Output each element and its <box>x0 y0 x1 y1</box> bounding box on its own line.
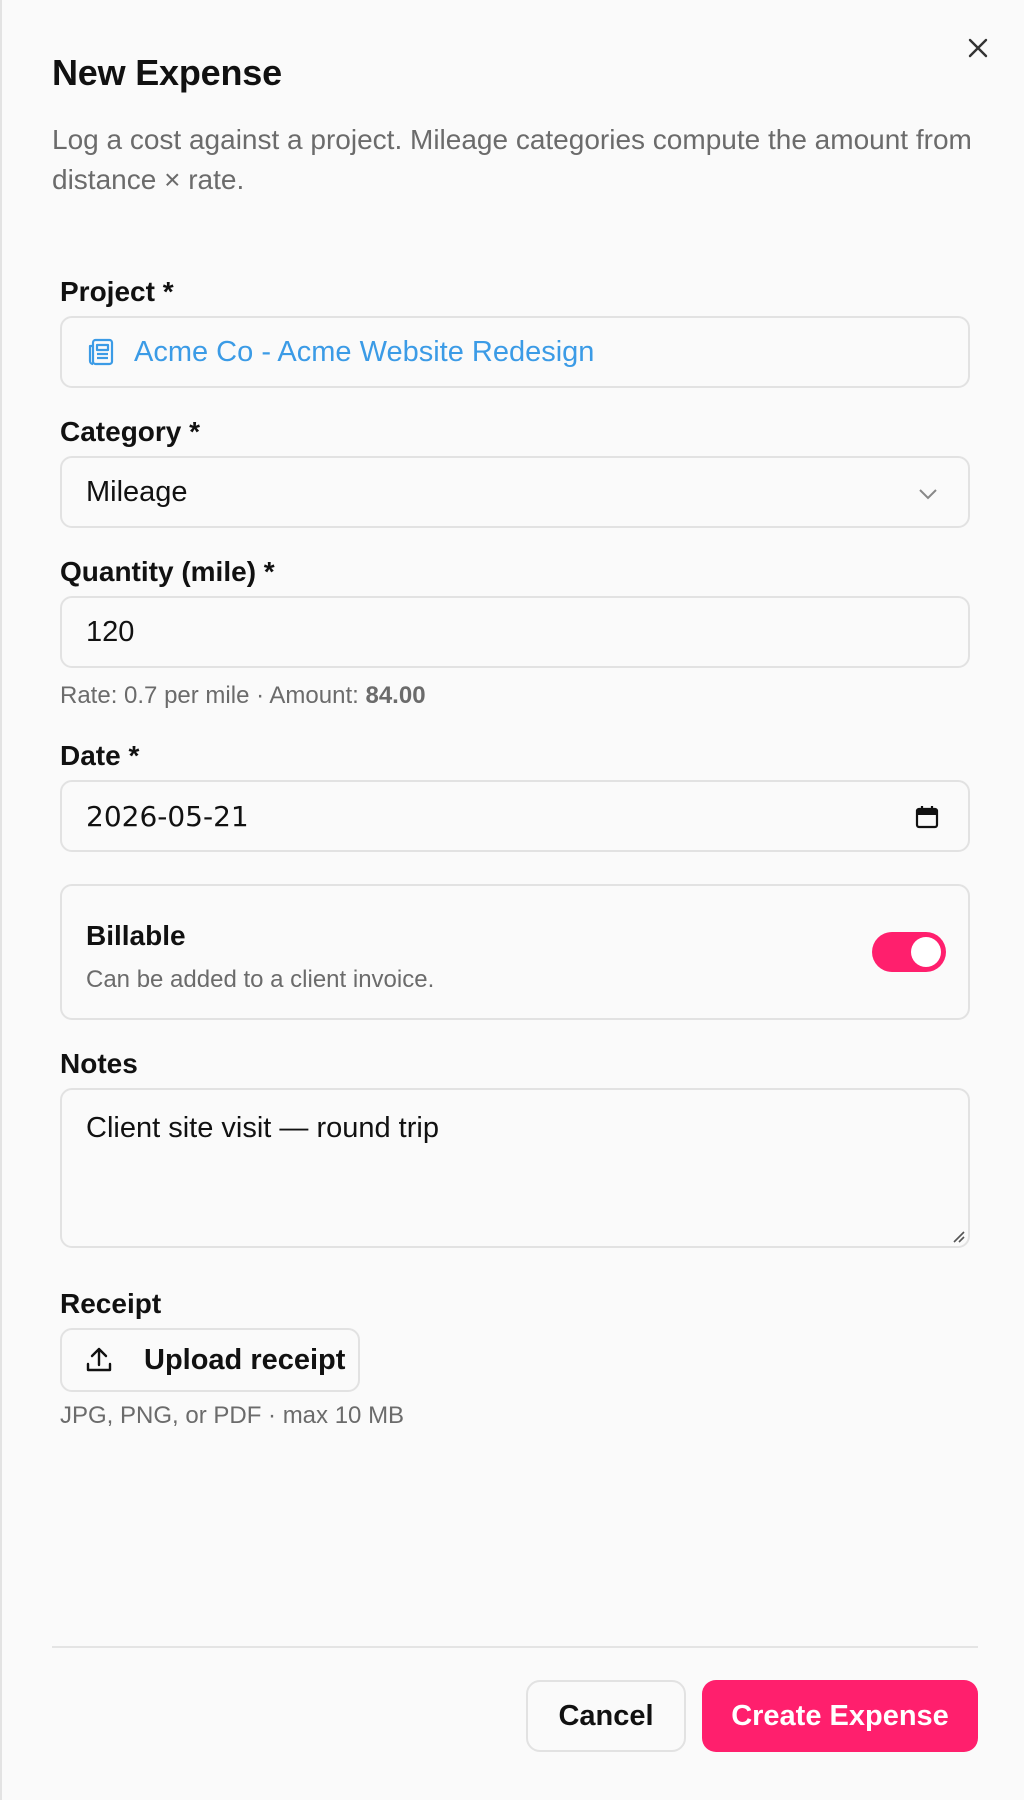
quantity-input[interactable]: 120 <box>60 596 970 668</box>
date-value: 2026-05-21 <box>86 799 249 833</box>
receipt-label: Receipt <box>60 1288 162 1319</box>
category-select[interactable]: Mileage <box>60 456 970 528</box>
calendar-icon[interactable] <box>914 804 940 830</box>
project-select[interactable]: Acme Co - Acme Website Redesign <box>60 316 970 388</box>
project-icon <box>86 337 116 367</box>
billable-subtitle: Can be added to a client invoice. <box>86 966 435 993</box>
resize-handle-icon[interactable] <box>949 1227 965 1243</box>
chevron-down-icon <box>919 489 937 500</box>
notes-value: Client site visit — round trip <box>86 1112 439 1144</box>
new-expense-panel: New Expense Log a cost against a project… <box>0 0 1024 1800</box>
rate-amount-hint: Rate: 0.7 per mile · Amount: 84.00 <box>60 682 426 710</box>
toggle-knob <box>911 937 941 967</box>
close-icon <box>968 38 988 58</box>
project-value: Acme Co - Acme Website Redesign <box>134 335 595 368</box>
dialog-title: New Expense <box>52 52 282 93</box>
billable-card: Billable Can be added to a client invoic… <box>60 884 970 1020</box>
quantity-value: 120 <box>86 615 135 648</box>
footer-divider <box>52 1646 978 1648</box>
receipt-hint: JPG, PNG, or PDF · max 10 MB <box>60 1402 405 1429</box>
upload-receipt-label: Upload receipt <box>144 1343 346 1376</box>
date-label: Date * <box>60 740 140 771</box>
rate-text: Rate: 0.7 per mile · Amount: <box>60 682 366 709</box>
notes-textarea[interactable]: Client site visit — round trip <box>60 1088 970 1248</box>
billable-toggle[interactable] <box>872 932 946 972</box>
create-expense-button[interactable]: Create Expense <box>702 1680 978 1752</box>
upload-icon <box>84 1345 114 1375</box>
category-label: Category * <box>60 416 201 447</box>
amount-value: 84.00 <box>365 682 426 709</box>
upload-receipt-button[interactable]: Upload receipt <box>60 1328 360 1392</box>
billable-title: Billable <box>86 920 186 951</box>
notes-label: Notes <box>60 1048 138 1079</box>
cancel-button[interactable]: Cancel <box>526 1680 686 1752</box>
close-button[interactable] <box>962 32 994 64</box>
project-label: Project * <box>60 276 174 307</box>
dialog-description: Log a cost against a project. Mileage ca… <box>52 124 972 195</box>
category-value: Mileage <box>86 475 188 508</box>
date-input[interactable]: 2026-05-21 <box>60 780 970 852</box>
quantity-label: Quantity (mile) * <box>60 556 275 587</box>
